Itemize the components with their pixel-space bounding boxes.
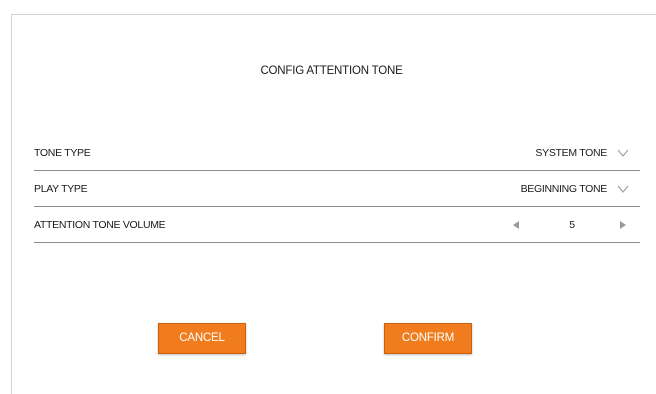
attention-tone-volume-label: ATTENTION TONE VOLUME bbox=[34, 219, 166, 231]
tone-type-value[interactable]: SYSTEM TONE bbox=[535, 135, 607, 171]
chevron-down-icon[interactable] bbox=[616, 182, 630, 196]
cancel-button[interactable]: CANCEL bbox=[158, 323, 246, 354]
config-attention-tone-dialog: CONFIG ATTENTION TONE TONE TYPE SYSTEM T… bbox=[11, 14, 656, 394]
chevron-down-icon[interactable] bbox=[616, 146, 630, 160]
volume-value: 5 bbox=[569, 219, 575, 231]
confirm-button[interactable]: CONFIRM bbox=[384, 323, 472, 354]
tone-type-label: TONE TYPE bbox=[34, 147, 91, 159]
play-type-row[interactable]: PLAY TYPE BEGINNING TONE bbox=[34, 171, 640, 207]
play-type-label: PLAY TYPE bbox=[34, 183, 88, 195]
tone-type-row[interactable]: TONE TYPE SYSTEM TONE bbox=[34, 135, 640, 171]
triangle-right-icon[interactable] bbox=[617, 218, 629, 232]
dialog-title: CONFIG ATTENTION TONE bbox=[260, 65, 403, 77]
triangle-left-icon[interactable] bbox=[510, 218, 522, 232]
play-type-value[interactable]: BEGINNING TONE bbox=[521, 171, 608, 207]
attention-tone-volume-row: ATTENTION TONE VOLUME 5 bbox=[34, 207, 640, 243]
